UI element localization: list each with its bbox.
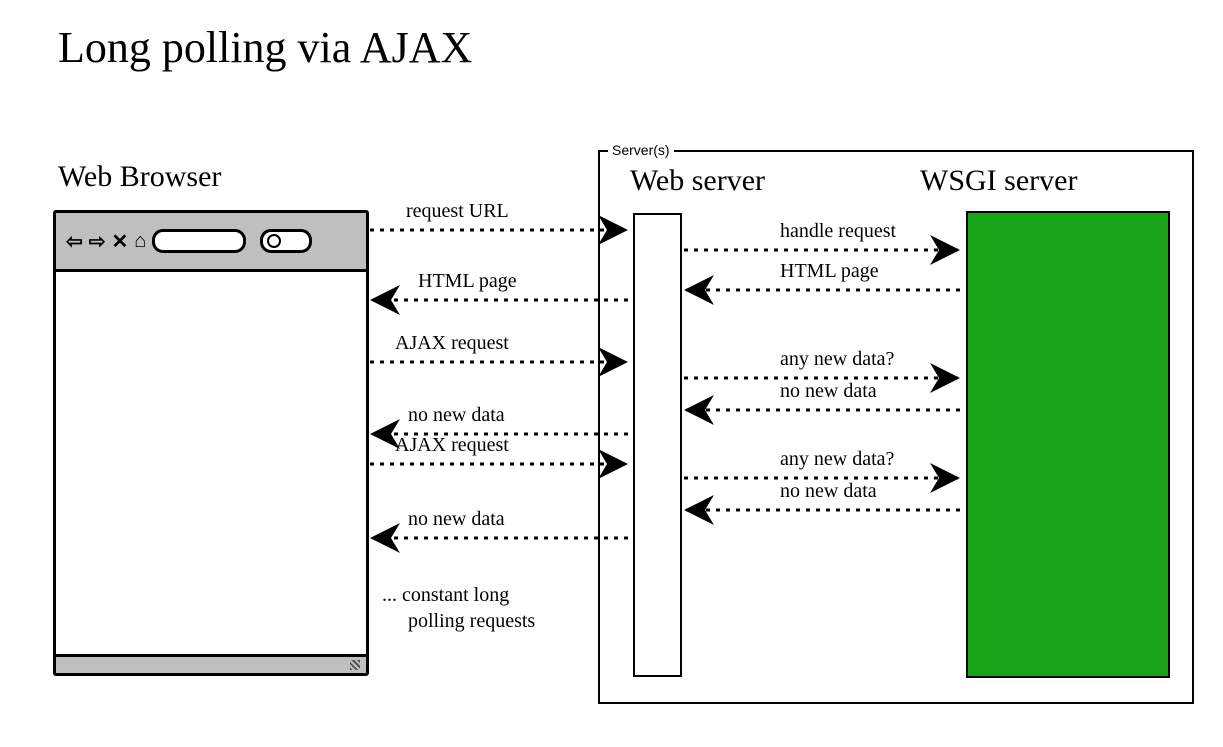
msg-no-new-data-right-2: no new data [780, 480, 877, 503]
browser-toolbar: ⇦ ⇨ ✕ ⌂ [56, 213, 366, 272]
msg-no-new-data-left-2: no new data [408, 508, 505, 531]
browser-viewport [56, 272, 366, 654]
msg-html-page-left: HTML page [418, 270, 517, 293]
msg-any-new-data-1: any new data? [780, 348, 894, 371]
forward-icon: ⇨ [89, 229, 106, 254]
browser-status-bar [56, 654, 366, 673]
servers-group-legend: Server(s) [608, 142, 674, 158]
msg-any-new-data-2: any new data? [780, 448, 894, 471]
msg-ajax-request-1: AJAX request [395, 332, 509, 355]
msg-ajax-request-2: AJAX request [395, 434, 509, 457]
web-browser-label: Web Browser [58, 160, 221, 194]
wsgi-server-lifeline [966, 211, 1170, 678]
search-bar [260, 229, 312, 253]
back-icon: ⇦ [66, 229, 83, 254]
note-line-2: polling requests [408, 609, 535, 633]
msg-html-page-right: HTML page [780, 260, 879, 283]
msg-request-url: request URL [406, 200, 509, 223]
web-server-lifeline [633, 213, 682, 677]
diagram-title: Long polling via AJAX [58, 22, 472, 73]
msg-no-new-data-right-1: no new data [780, 380, 877, 403]
msg-no-new-data-left-1: no new data [408, 404, 505, 427]
url-bar [152, 229, 246, 253]
note-line-1: ... constant long [382, 583, 509, 607]
home-icon: ⌂ [134, 230, 146, 253]
msg-handle-request: handle request [780, 220, 896, 243]
browser-window: ⇦ ⇨ ✕ ⌂ [53, 210, 369, 676]
stop-icon: ✕ [112, 229, 129, 254]
web-server-label: Web server [630, 164, 765, 198]
wsgi-server-label: WSGI server [920, 164, 1077, 198]
